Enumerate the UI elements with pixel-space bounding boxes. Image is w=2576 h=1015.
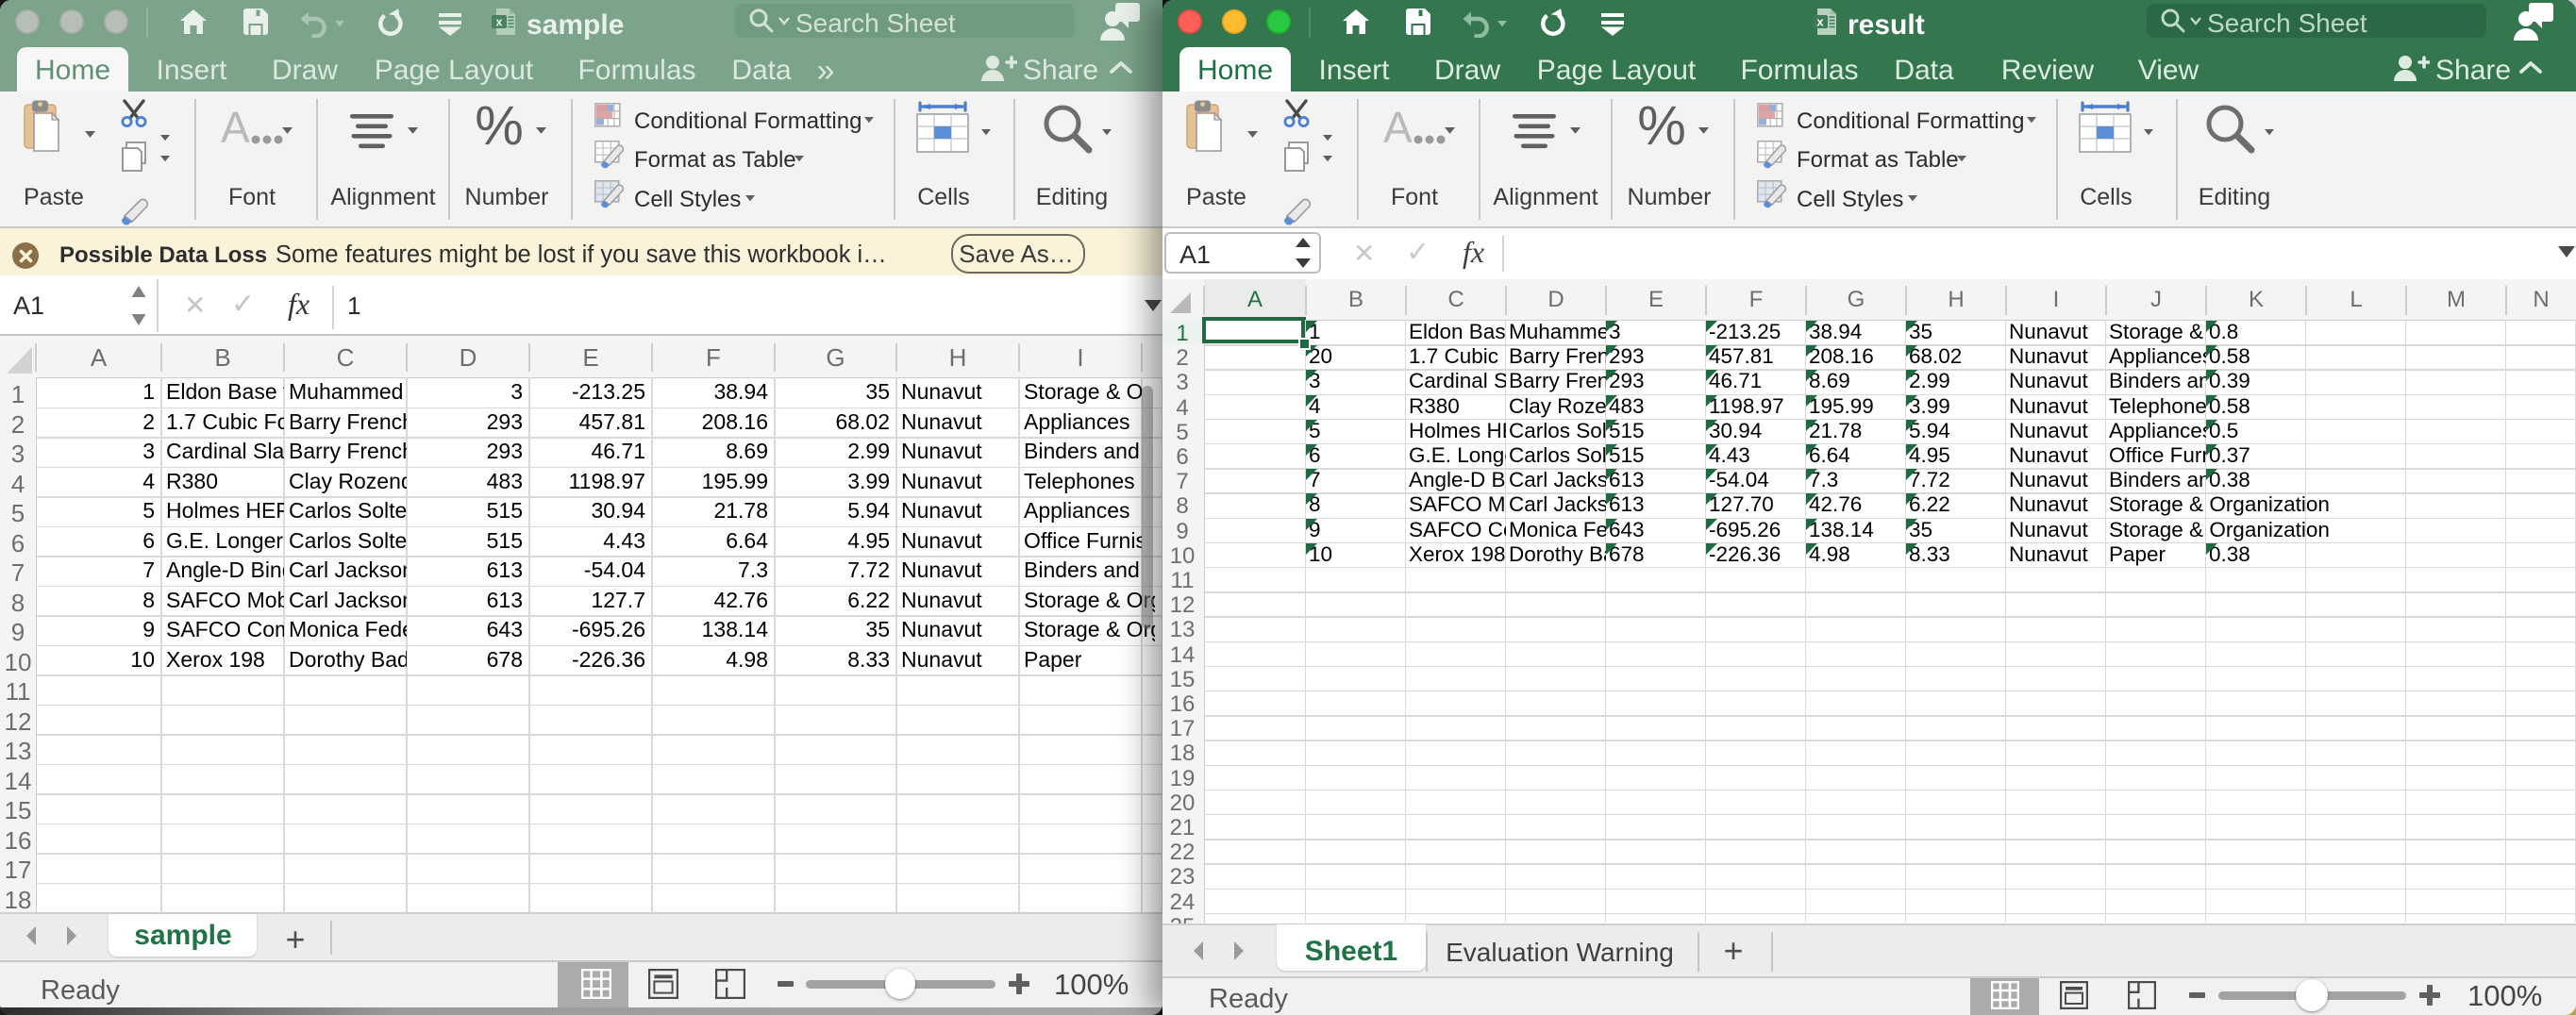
svg-text:A: A — [1383, 108, 1413, 146]
svg-text:A: A — [221, 108, 250, 146]
svg-text:x: x — [1816, 15, 1824, 29]
svg-text:x: x — [495, 15, 503, 29]
